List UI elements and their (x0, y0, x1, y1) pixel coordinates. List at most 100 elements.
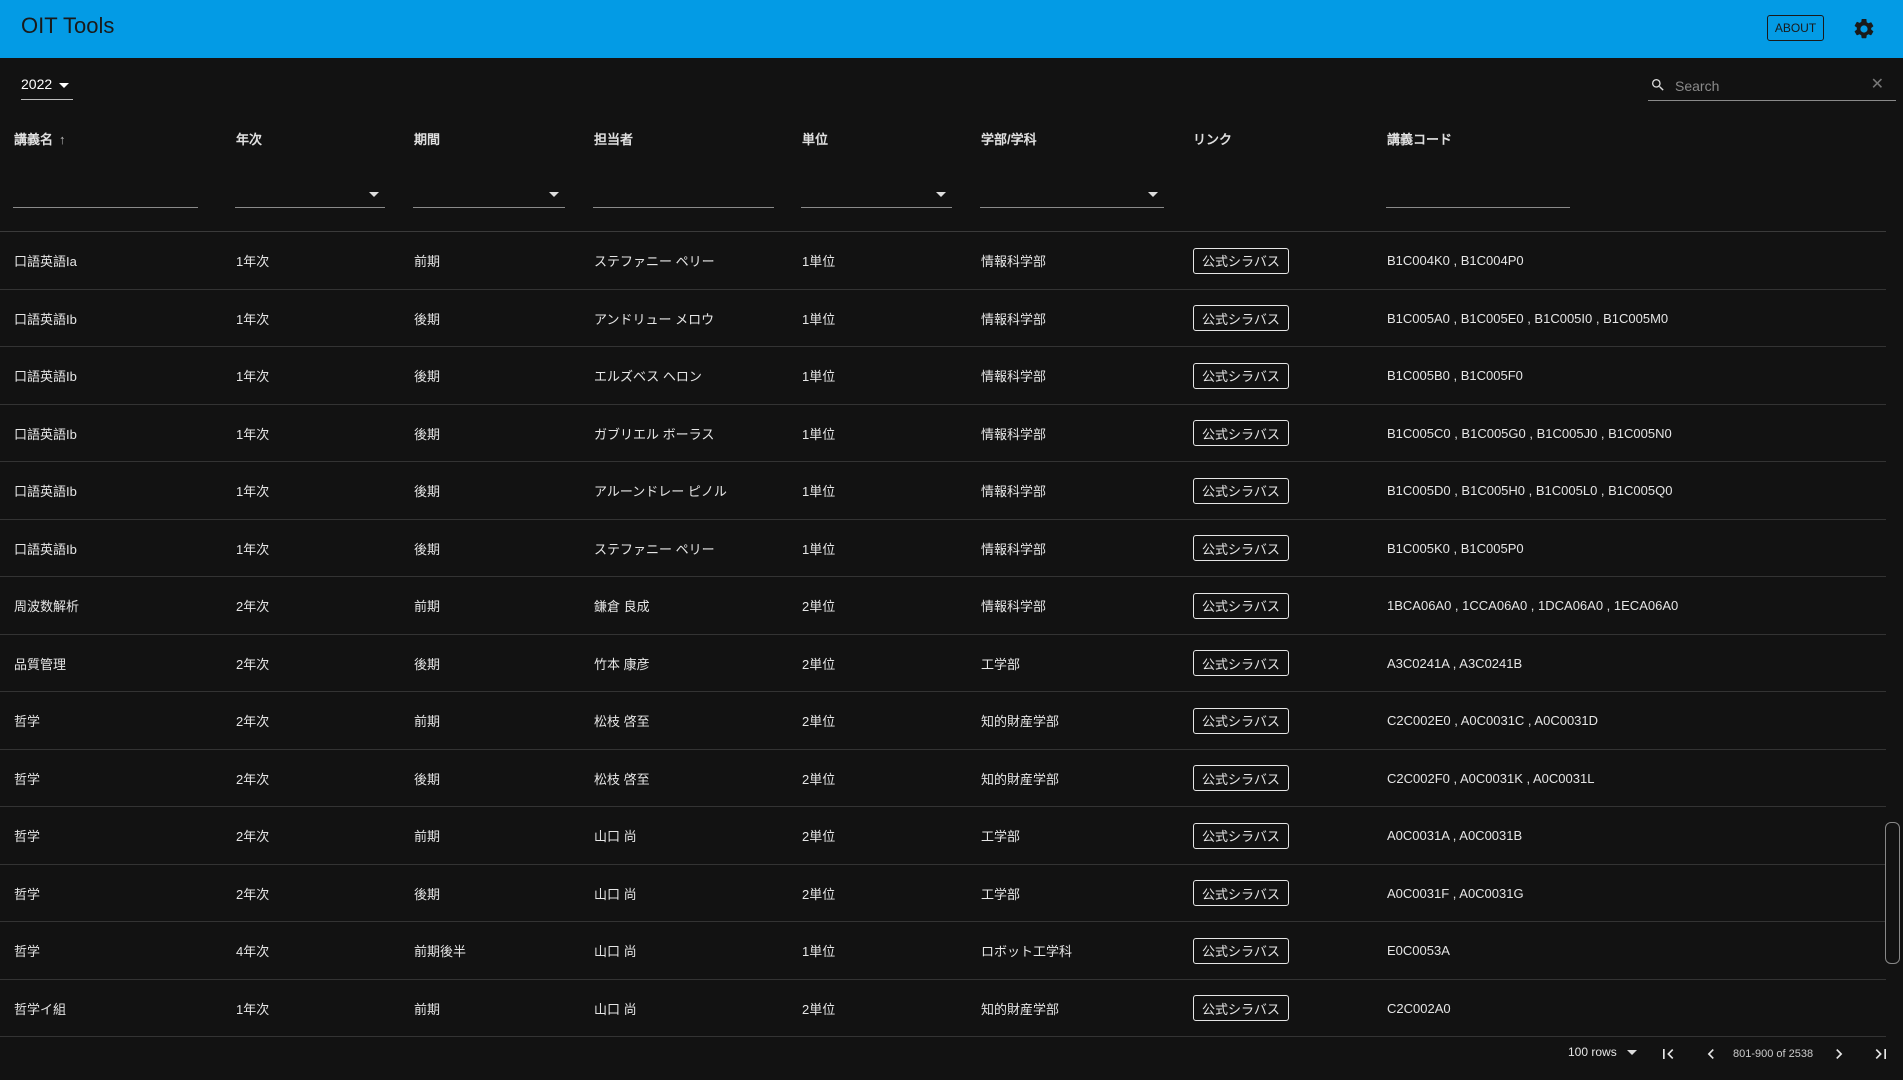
cell-term: 後期 (414, 311, 441, 327)
column-header-year[interactable]: 年次 (236, 129, 262, 148)
column-header-link[interactable]: リンク (1193, 129, 1232, 148)
official-syllabus-button[interactable]: 公式シラバス (1193, 592, 1289, 619)
sort-ascending-icon[interactable]: ↑ (59, 132, 66, 147)
app-title[interactable]: OIT Tools (21, 13, 114, 39)
cell-department: 工学部 (981, 829, 1021, 844)
cell-course-name: 口語英語Ib (14, 541, 77, 557)
cell-course-name: 口語英語Ib (14, 484, 77, 499)
table-row[interactable]: 哲学イ組 1年次 前期 山口 尚 2単位 知的財産学部 公式シラバス C2C002A0 (0, 980, 1886, 1037)
cell-year: 1年次 (236, 541, 270, 557)
official-syllabus-button[interactable]: 公式シラバス (1193, 707, 1289, 734)
next-page-icon[interactable] (1829, 1044, 1849, 1064)
cell-year: 2年次 (236, 714, 270, 729)
column-header-course-code[interactable]: 講義コード (1387, 129, 1452, 148)
table-row[interactable]: 口語英語Ib 1年次 後期 ガブリエル ボーラス 1単位 情報科学部 公式シラバス B1C00… (0, 405, 1886, 462)
cell-department: 知的財産学部 (981, 1001, 1060, 1017)
filter-term-select[interactable] (413, 182, 565, 208)
cell-year: 1年次 (236, 369, 270, 384)
column-header-credits[interactable]: 単位 (802, 129, 828, 148)
official-syllabus-button[interactable]: 公式シラバス (1193, 420, 1289, 446)
official-syllabus-button[interactable]: 公式シラバス (1193, 247, 1289, 274)
clear-search-icon[interactable]: ✕ (1871, 76, 1884, 92)
cell-course-name: 周波数解析 (14, 599, 80, 614)
table-row[interactable]: 品質管理 2年次 後期 竹本 康彦 2単位 工学部 公式シラバス A3C0241A , A3C… (0, 635, 1886, 692)
column-header-term[interactable]: 期間 (414, 129, 440, 148)
filter-course-code-input[interactable] (1386, 182, 1570, 208)
cell-course-name: 哲学 (14, 944, 41, 959)
cell-instructor: 鎌倉 良成 (594, 599, 650, 614)
filter-instructor-input[interactable] (593, 182, 774, 208)
table-row[interactable]: 口語英語Ib 1年次 後期 ステファニー ペリー 1単位 情報科学部 公式シラバス B1C00… (0, 520, 1886, 577)
official-syllabus-button[interactable]: 公式シラバス (1193, 937, 1289, 964)
cell-term: 前期後半 (414, 944, 467, 959)
previous-page-icon[interactable] (1701, 1044, 1721, 1064)
cell-term: 前期 (414, 254, 441, 269)
cell-credits: 2単位 (802, 599, 836, 614)
official-syllabus-button[interactable]: 公式シラバス (1193, 822, 1289, 849)
filter-department-select[interactable] (980, 182, 1164, 208)
cell-credits: 1単位 (802, 484, 836, 499)
table-row[interactable]: 口語英語Ia 1年次 前期 ステファニー ペリー 1単位 情報科学部 公式シラバス B1C00… (0, 232, 1886, 290)
cell-link: 公式シラバス (1193, 980, 1289, 1037)
cell-year: 2年次 (236, 829, 270, 844)
cell-term: 後期 (414, 541, 441, 557)
column-header-course-name[interactable]: 講義名 ↑ (14, 129, 66, 148)
year-select[interactable]: 2022 (21, 72, 73, 100)
cell-link: 公式シラバス (1193, 635, 1289, 692)
settings-gear-icon[interactable] (1852, 17, 1876, 41)
page-range-text: 801-900 of 2538 (1733, 1048, 1814, 1060)
table-body: 口語英語Ia 1年次 前期 ステファニー ペリー 1単位 情報科学部 公式シラバス B1C00… (0, 232, 1886, 1037)
cell-term: 後期 (414, 426, 441, 442)
cell-term: 後期 (414, 771, 441, 787)
cell-credits: 2単位 (802, 1001, 836, 1017)
cell-credits: 2単位 (802, 829, 836, 844)
table-row[interactable]: 口語英語Ib 1年次 後期 アンドリュー メロウ 1単位 情報科学部 公式シラバス B1C00… (0, 290, 1886, 347)
official-syllabus-button[interactable]: 公式シラバス (1193, 362, 1289, 389)
official-syllabus-button[interactable]: 公式シラバス (1193, 880, 1289, 906)
table-row[interactable]: 周波数解析 2年次 前期 鎌倉 良成 2単位 情報科学部 公式シラバス 1BCA06A0 , … (0, 577, 1886, 635)
official-syllabus-button[interactable]: 公式シラバス (1193, 477, 1289, 504)
official-syllabus-button[interactable]: 公式シラバス (1193, 650, 1289, 676)
cell-department: 情報科学部 (981, 541, 1047, 557)
cell-term: 後期 (414, 484, 441, 499)
about-button[interactable]: ABOUT (1767, 15, 1824, 41)
column-header-instructor[interactable]: 担当者 (594, 129, 633, 148)
table-row[interactable]: 哲学 2年次 後期 山口 尚 2単位 工学部 公式シラバス A0C0031F , A0C003… (0, 865, 1886, 922)
cell-credits: 2単位 (802, 714, 836, 729)
official-syllabus-button[interactable]: 公式シラバス (1193, 995, 1289, 1021)
cell-course-name: 口語英語Ia (14, 254, 77, 269)
search-input[interactable] (1673, 74, 1867, 98)
cell-link: 公式シラバス (1193, 520, 1289, 577)
cell-course-code: B1C005A0 , B1C005E0 , B1C005I0 , B1C005M… (1387, 310, 1669, 326)
cell-course-code: A0C0031F , A0C0031G (1387, 885, 1524, 901)
cell-course-code: A0C0031A , A0C0031B (1387, 828, 1523, 843)
filter-credits-select[interactable] (801, 182, 952, 208)
official-syllabus-button[interactable]: 公式シラバス (1193, 535, 1289, 561)
filter-year-select[interactable] (235, 182, 385, 208)
cell-link: 公式シラバス (1193, 750, 1289, 807)
table-row[interactable]: 哲学 2年次 前期 松枝 啓至 2単位 知的財産学部 公式シラバス C2C002E0 , A0… (0, 692, 1886, 750)
table-row[interactable]: 口語英語Ib 1年次 後期 アルーンドレー ピノル 1単位 情報科学部 公式シラバス B1C0… (0, 462, 1886, 520)
official-syllabus-button[interactable]: 公式シラバス (1193, 305, 1289, 331)
cell-link: 公式シラバス (1193, 232, 1289, 289)
cell-year: 1年次 (236, 484, 270, 499)
cell-year: 1年次 (236, 311, 270, 327)
rows-per-page-select[interactable]: 100 rows (1568, 1045, 1637, 1065)
cell-instructor: アルーンドレー ピノル (594, 484, 727, 499)
chevron-down-icon (549, 192, 559, 197)
cell-credits: 1単位 (802, 426, 836, 442)
cell-course-code: E0C0053A (1387, 943, 1450, 958)
search-box[interactable]: ✕ (1648, 72, 1896, 101)
table-row[interactable]: 哲学 2年次 後期 松枝 啓至 2単位 知的財産学部 公式シラバス C2C002F0 , A0… (0, 750, 1886, 807)
last-page-icon[interactable] (1871, 1044, 1891, 1064)
cell-year: 1年次 (236, 1001, 270, 1017)
table-row[interactable]: 哲学 4年次 前期後半 山口 尚 1単位 ロボット工学科 公式シラバス E0C0053A (0, 922, 1886, 980)
filter-course-name-input[interactable] (13, 182, 198, 208)
first-page-icon[interactable] (1658, 1044, 1678, 1064)
table-row[interactable]: 口語英語Ib 1年次 後期 エルズベス ヘロン 1単位 情報科学部 公式シラバス B1C005… (0, 347, 1886, 405)
column-header-department[interactable]: 学部/学科 (981, 129, 1037, 148)
vertical-scrollbar[interactable] (1885, 822, 1900, 964)
official-syllabus-button[interactable]: 公式シラバス (1193, 765, 1289, 791)
cell-course-code: B1C005D0 , B1C005H0 , B1C005L0 , B1C005Q… (1387, 483, 1673, 498)
table-row[interactable]: 哲学 2年次 前期 山口 尚 2単位 工学部 公式シラバス A0C0031A , A0C003… (0, 807, 1886, 865)
